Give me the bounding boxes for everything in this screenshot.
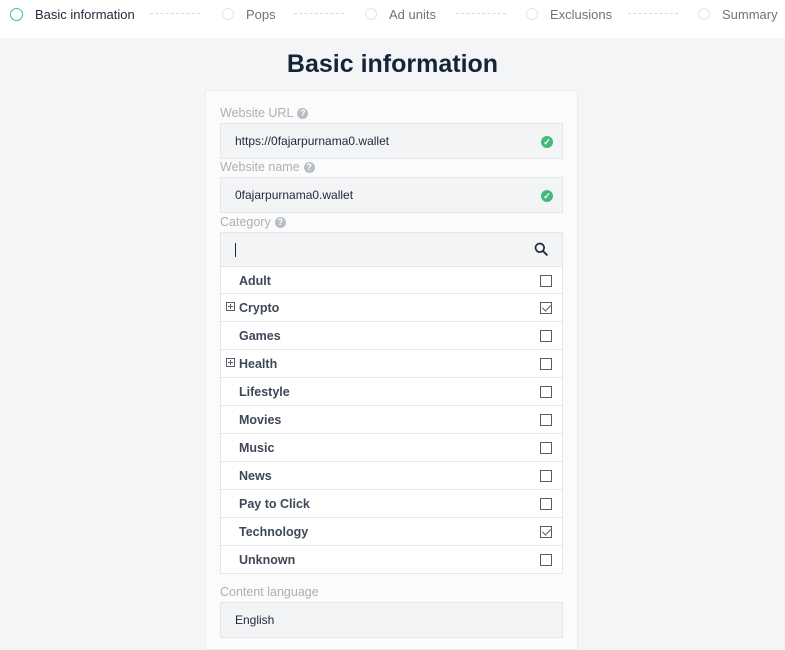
progress-stepper: Basic information Pops Ad units Exclusio… [0, 0, 785, 38]
category-checkbox[interactable] [540, 498, 552, 510]
expand-plus-icon[interactable] [226, 302, 235, 311]
content-language-select[interactable]: English [220, 602, 563, 638]
step-pending-icon [365, 8, 377, 20]
step-connector [294, 13, 344, 14]
category-item-lifestyle[interactable]: Lifestyle [220, 378, 563, 406]
step-label: Basic information [35, 6, 135, 22]
checkmark-circle-icon: ✓ [541, 136, 553, 148]
category-item-label: Movies [239, 413, 282, 427]
expand-plus-icon[interactable] [226, 358, 235, 367]
category-checkbox[interactable] [540, 526, 552, 538]
category-item-news[interactable]: News [220, 462, 563, 490]
category-item-label: Crypto [239, 301, 280, 315]
step-label: Pops [246, 6, 276, 22]
category-checkbox[interactable] [540, 414, 552, 426]
step-label: Summary [722, 6, 778, 22]
step-basic-information[interactable]: Basic information [10, 0, 135, 28]
category-label: Category ? [220, 215, 286, 229]
category-checkbox[interactable] [540, 386, 552, 398]
checkmark-circle-icon: ✓ [541, 190, 553, 202]
category-item-label: News [239, 469, 272, 483]
website-url-input[interactable]: https://0fajarpurnama0.wallet ✓ [220, 123, 563, 159]
website-name-label: Website name ? [220, 160, 315, 174]
question-mark-icon[interactable]: ? [303, 161, 315, 173]
category-checkbox[interactable] [540, 275, 552, 287]
category-item-movies[interactable]: Movies [220, 406, 563, 434]
question-mark-icon[interactable]: ? [274, 216, 286, 228]
category-item-games[interactable]: Games [220, 322, 563, 350]
category-item-label: Adult [239, 274, 271, 288]
step-label: Ad units [389, 6, 436, 22]
category-item-pay-to-click[interactable]: Pay to Click [220, 490, 563, 518]
question-mark-icon[interactable]: ? [297, 107, 309, 119]
text-cursor [235, 243, 236, 257]
category-item-technology[interactable]: Technology [220, 518, 563, 546]
category-list: Adult Crypto Games Health Lifestyle Movies Mus… [220, 266, 563, 574]
step-pending-icon [698, 8, 710, 20]
category-item-adult[interactable]: Adult [220, 266, 563, 294]
category-item-crypto[interactable]: Crypto [220, 294, 563, 322]
category-checkbox[interactable] [540, 442, 552, 454]
content-language-label: Content language [220, 585, 319, 599]
search-icon[interactable] [534, 242, 548, 256]
category-item-unknown[interactable]: Unknown [220, 546, 563, 574]
step-summary[interactable]: Summary [698, 0, 778, 28]
step-ad-units[interactable]: Ad units [365, 0, 436, 28]
step-pops[interactable]: Pops [222, 0, 276, 28]
step-connector [456, 13, 506, 14]
page-title: Basic information [286, 50, 499, 78]
category-item-label: Games [239, 329, 281, 343]
category-item-health[interactable]: Health [220, 350, 563, 378]
website-url-label: Website URL ? [220, 106, 309, 120]
category-item-label: Technology [239, 525, 309, 539]
category-item-label: Unknown [239, 553, 296, 567]
category-item-label: Lifestyle [239, 385, 290, 399]
step-connector [628, 13, 678, 14]
step-pending-icon [526, 8, 538, 20]
category-checkbox[interactable] [540, 554, 552, 566]
step-pending-icon [222, 8, 234, 20]
category-checkbox[interactable] [540, 302, 552, 314]
website-name-input[interactable]: 0fajarpurnama0.wallet ✓ [220, 177, 563, 213]
category-checkbox[interactable] [540, 470, 552, 482]
category-checkbox[interactable] [540, 358, 552, 370]
step-active-icon [10, 7, 23, 21]
category-item-label: Pay to Click [239, 497, 310, 511]
category-search-input[interactable] [220, 232, 563, 267]
category-item-music[interactable]: Music [220, 434, 563, 462]
step-connector [150, 13, 200, 14]
category-checkbox[interactable] [540, 330, 552, 342]
step-exclusions[interactable]: Exclusions [526, 0, 612, 28]
step-label: Exclusions [550, 6, 613, 22]
category-item-label: Music [239, 441, 275, 455]
category-item-label: Health [239, 357, 278, 371]
